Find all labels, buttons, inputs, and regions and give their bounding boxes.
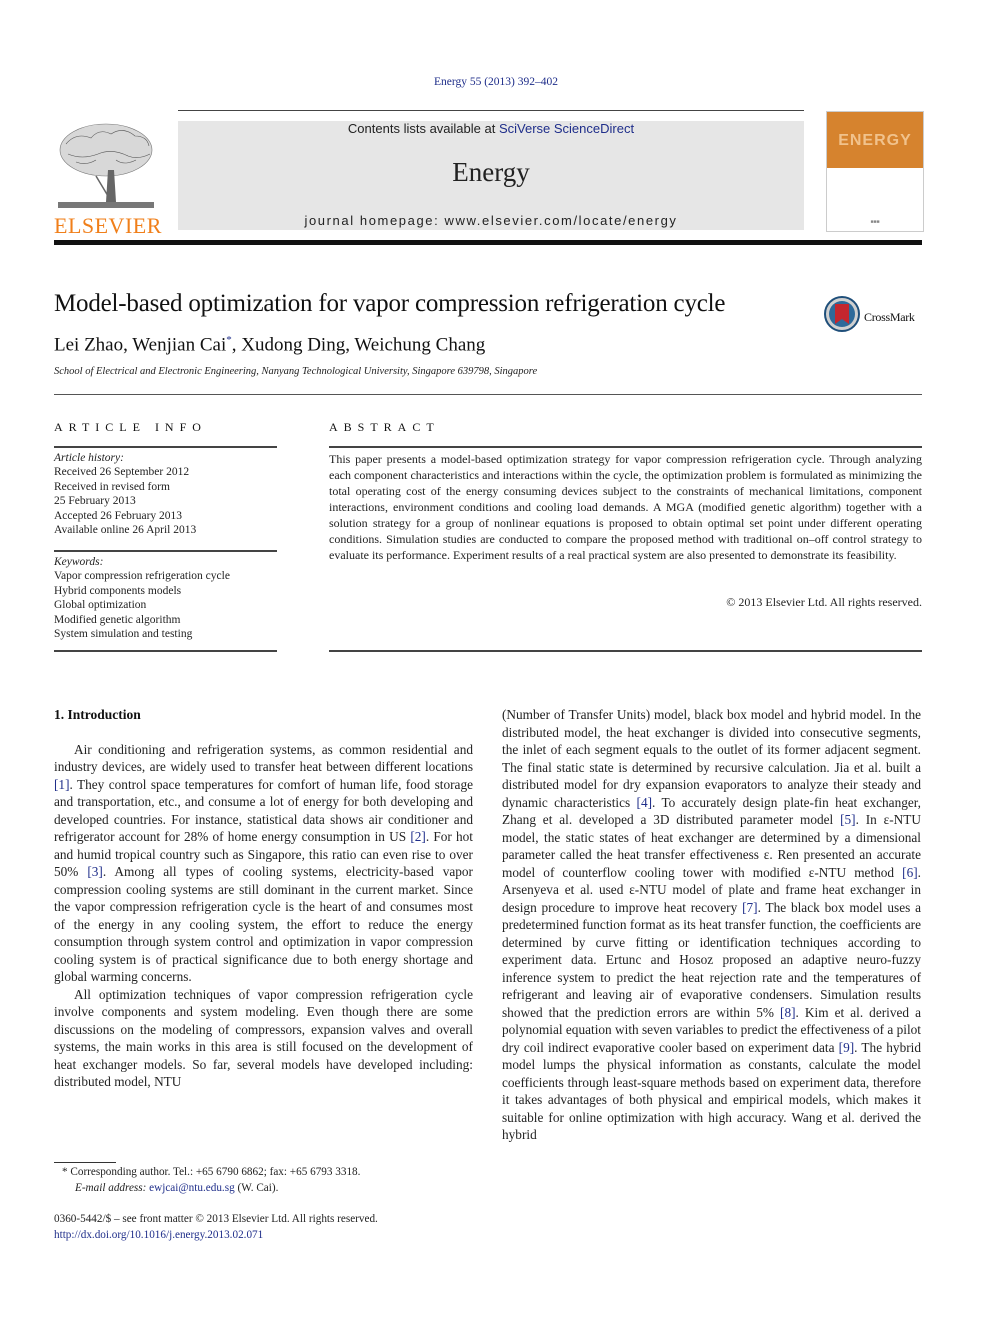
history-label: Article history: bbox=[54, 452, 124, 464]
keyword-item: Hybrid components models bbox=[54, 584, 182, 597]
body-column-left: 1. Introduction Air conditioning and ref… bbox=[54, 706, 473, 1091]
reference-link[interactable]: [4] bbox=[637, 795, 653, 810]
journal-homepage-link[interactable]: journal homepage: www.elsevier.com/locat… bbox=[178, 213, 804, 228]
contents-line: Contents lists available at SciVerse Sci… bbox=[178, 121, 804, 136]
email-suffix: (W. Cai). bbox=[234, 1181, 279, 1194]
divider bbox=[329, 650, 922, 652]
history-item: Accepted 26 February 2013 bbox=[54, 509, 183, 522]
history-item: 25 February 2013 bbox=[54, 495, 136, 508]
corresponding-author-text: Corresponding author. Tel.: +65 6790 686… bbox=[67, 1166, 361, 1178]
email-line: E-mail address: ewjcai@ntu.edu.sg (W. Ca… bbox=[62, 1181, 360, 1197]
keywords-label: Keywords: bbox=[54, 556, 104, 568]
author-list: Lei Zhao, Wenjian Cai*, Xudong Ding, Wei… bbox=[54, 334, 485, 356]
sciencedirect-link[interactable]: SciVerse ScienceDirect bbox=[499, 121, 634, 136]
crossmark-label: CrossMark bbox=[864, 310, 915, 324]
authors-part-1: Lei Zhao, Wenjian Cai bbox=[54, 334, 227, 356]
reference-link[interactable]: [6] bbox=[902, 865, 918, 880]
header-rule bbox=[178, 110, 804, 111]
cover-footer: ■■■ bbox=[870, 219, 880, 225]
divider bbox=[54, 394, 922, 395]
keyword-item: System simulation and testing bbox=[54, 628, 193, 641]
doi-link[interactable]: http://dx.doi.org/10.1016/j.energy.2013.… bbox=[54, 1228, 378, 1244]
text-run: . The black box model uses a predetermin… bbox=[502, 899, 921, 1020]
intro-paragraph-1: Air conditioning and refrigeration syste… bbox=[54, 741, 473, 986]
abstract-heading: ABSTRACT bbox=[329, 420, 440, 434]
front-matter-text: 0360-5442/$ – see front matter © 2013 El… bbox=[54, 1213, 378, 1225]
divider bbox=[54, 650, 277, 652]
email-link[interactable]: ewjcai@ntu.edu.sg bbox=[149, 1182, 235, 1194]
article-info-heading: ARTICLE INFO bbox=[54, 420, 207, 434]
history-item: Available online 26 April 2013 bbox=[54, 524, 197, 537]
reference-link[interactable]: [5] bbox=[840, 812, 856, 827]
corresponding-author-note: * Corresponding author. Tel.: +65 6790 6… bbox=[62, 1165, 360, 1181]
intro-paragraph-2: All optimization techniques of vapor com… bbox=[54, 986, 473, 1090]
crossmark-badge[interactable]: CrossMark bbox=[824, 296, 924, 332]
footnote: * Corresponding author. Tel.: +65 6790 6… bbox=[62, 1165, 360, 1196]
journal-citation-link[interactable]: Energy 55 (2013) 392–402 bbox=[0, 76, 992, 88]
cover-title: ENERGY bbox=[838, 132, 912, 149]
elsevier-wordmark: ELSEVIER bbox=[54, 213, 162, 238]
history-item: Received 26 September 2012 bbox=[54, 466, 190, 479]
reference-link[interactable]: [1] bbox=[54, 777, 70, 792]
affiliation: School of Electrical and Electronic Engi… bbox=[54, 366, 538, 377]
abstract-copyright: © 2013 Elsevier Ltd. All rights reserved… bbox=[726, 595, 922, 609]
keyword-item: Modified genetic algorithm bbox=[54, 613, 181, 626]
header-thick-rule bbox=[54, 240, 922, 245]
divider bbox=[54, 550, 277, 552]
journal-name: Energy bbox=[452, 157, 530, 187]
cover-banner: ENERGY bbox=[827, 112, 923, 168]
abstract-text: This paper presents a model-based optimi… bbox=[329, 452, 922, 562]
contents-prefix: Contents lists available at bbox=[347, 121, 499, 136]
crossmark-icon bbox=[824, 296, 860, 332]
reference-link[interactable]: [9] bbox=[839, 1040, 855, 1055]
text-run: Air conditioning and refrigeration syste… bbox=[54, 741, 473, 775]
reference-link[interactable]: [7] bbox=[742, 900, 758, 915]
front-matter: 0360-5442/$ – see front matter © 2013 El… bbox=[54, 1212, 378, 1243]
keyword-item: Global optimization bbox=[54, 599, 147, 612]
article-title: Model-based optimization for vapor compr… bbox=[54, 290, 726, 317]
reference-link[interactable]: [3] bbox=[87, 864, 103, 879]
journal-cover-thumbnail[interactable]: ENERGY ■■■ bbox=[826, 111, 924, 232]
authors-part-2: , Xudong Ding, Weichung Chang bbox=[231, 334, 486, 356]
section-heading-introduction: 1. Introduction bbox=[54, 707, 141, 722]
journal-masthead: Contents lists available at SciVerse Sci… bbox=[178, 121, 804, 230]
history-item: Received in revised form bbox=[54, 480, 170, 493]
text-run: . Among all types of cooling systems, el… bbox=[54, 864, 473, 984]
elsevier-tree-icon bbox=[58, 123, 154, 208]
divider bbox=[329, 446, 922, 448]
article-history: Article history: Received 26 September 2… bbox=[54, 451, 277, 537]
divider bbox=[54, 446, 277, 448]
elsevier-logo[interactable]: ELSEVIER bbox=[54, 120, 161, 237]
keywords: Keywords: Vapor compression refrigeratio… bbox=[54, 555, 277, 641]
body-column-right: (Number of Transfer Units) model, black … bbox=[502, 706, 921, 1144]
keyword-item: Vapor compression refrigeration cycle bbox=[54, 570, 230, 583]
reference-link[interactable]: [8] bbox=[780, 1005, 796, 1020]
intro-paragraph-2-continued: (Number of Transfer Units) model, black … bbox=[502, 706, 921, 1144]
email-label: E-mail address: bbox=[75, 1181, 150, 1194]
footnote-rule bbox=[54, 1162, 116, 1163]
reference-link[interactable]: [2] bbox=[410, 829, 426, 844]
